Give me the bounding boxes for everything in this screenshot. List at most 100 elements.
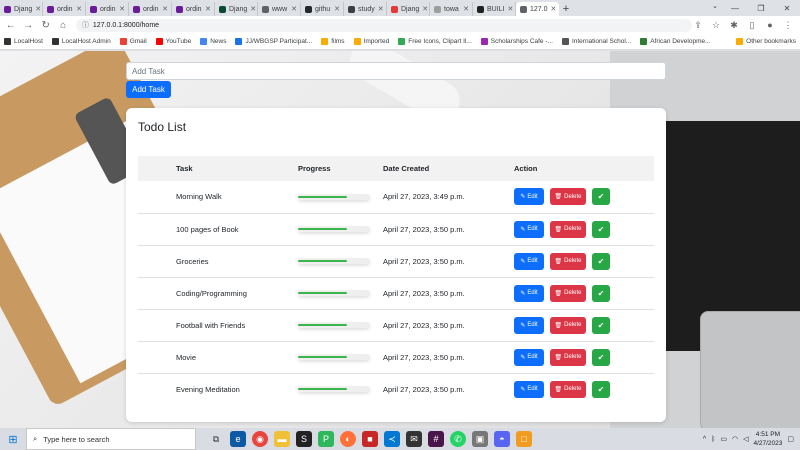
bookmark-star-icon[interactable]: ☆ — [710, 20, 722, 31]
browser-tab[interactable]: ordin ✕ — [172, 2, 215, 16]
browser-tab[interactable]: www ✕ — [258, 2, 301, 16]
windows-start-icon[interactable]: ⊞ — [0, 433, 26, 446]
forward-icon[interactable]: → — [21, 18, 34, 32]
bookmark-item[interactable]: films — [321, 38, 345, 45]
tab-close-icon[interactable]: ✕ — [162, 5, 168, 13]
complete-button[interactable]: ✔ — [592, 348, 610, 366]
bookmark-item[interactable]: Scholarships Cafe -... — [480, 38, 553, 45]
complete-button[interactable]: ✔ — [592, 380, 610, 398]
network-icon[interactable]: ◠ — [732, 435, 738, 443]
tab-close-icon[interactable]: ✕ — [334, 5, 340, 13]
maximize-icon[interactable]: ❐ — [748, 0, 774, 16]
sidepanel-icon[interactable]: ▯ — [746, 20, 758, 31]
bookmark-item[interactable]: LocalHost Admin — [51, 38, 111, 45]
bookmark-item[interactable]: News — [200, 38, 226, 45]
profile-icon[interactable]: ● — [764, 20, 776, 31]
bluetooth-icon[interactable]: ᛒ — [711, 436, 715, 443]
firefox-icon[interactable]: ◐ — [340, 431, 356, 447]
pycharm-icon[interactable]: P — [318, 431, 334, 447]
tab-close-icon[interactable]: ✕ — [291, 5, 297, 13]
app-icon[interactable]: ■ — [362, 431, 378, 447]
menu-icon[interactable]: ⋮ — [782, 20, 794, 31]
complete-button[interactable]: ✔ — [592, 188, 610, 206]
close-window-icon[interactable]: ✕ — [774, 0, 800, 16]
notification-icon[interactable]: ▢ — [787, 435, 794, 443]
complete-button[interactable]: ✔ — [592, 252, 610, 270]
bookmark-item[interactable]: Free Icons, Clipart Il... — [398, 38, 472, 45]
battery-icon[interactable]: ▭ — [720, 435, 727, 443]
edit-button[interactable]: ✎ Edit — [514, 252, 544, 270]
browser-tab[interactable]: Djang ✕ — [215, 2, 258, 16]
browser-tab[interactable]: towa ✕ — [430, 2, 473, 16]
app-icon-orange[interactable]: □ — [516, 431, 532, 447]
complete-button[interactable]: ✔ — [592, 316, 610, 334]
bookmark-item[interactable]: YouTube — [155, 38, 191, 45]
edit-button[interactable]: ✎ Edit — [514, 316, 544, 334]
other-bookmarks[interactable]: Other bookmarks — [736, 38, 796, 45]
bookmark-item[interactable]: JJ/WBGSP Participat... — [235, 38, 312, 45]
home-icon[interactable]: ⌂ — [56, 18, 69, 32]
new-tab-button[interactable]: + — [559, 2, 573, 16]
tab-close-icon[interactable]: ✕ — [422, 5, 428, 13]
tab-close-icon[interactable]: ✕ — [508, 5, 514, 13]
vscode-icon[interactable]: ≺ — [384, 431, 400, 447]
photos-icon[interactable]: ▣ — [472, 431, 488, 447]
add-task-input[interactable] — [126, 62, 666, 80]
tab-close-icon[interactable]: ✕ — [463, 5, 469, 13]
browser-tab[interactable]: Djang ✕ — [387, 2, 430, 16]
browser-tab[interactable]: study ✕ — [344, 2, 387, 16]
edit-button[interactable]: ✎ Edit — [514, 220, 544, 238]
discord-icon[interactable]: ◓ — [494, 431, 510, 447]
delete-button[interactable]: 🗑︎ Delete — [550, 380, 586, 398]
site-info-icon[interactable]: ⓘ — [82, 20, 89, 30]
browser-tab[interactable]: ordin ✕ — [43, 2, 86, 16]
tab-close-icon[interactable]: ✕ — [35, 5, 41, 13]
add-task-button[interactable]: Add Task — [126, 81, 171, 98]
delete-button[interactable]: 🗑︎ Delete — [550, 284, 586, 302]
bookmark-item[interactable]: Gmail — [119, 38, 147, 45]
delete-button[interactable]: 🗑︎ Delete — [550, 316, 586, 334]
tab-search-icon[interactable]: ⌄ — [712, 2, 718, 10]
tab-close-icon[interactable]: ✕ — [76, 5, 82, 13]
complete-button[interactable]: ✔ — [592, 284, 610, 302]
file-explorer-icon[interactable]: ▬ — [274, 431, 290, 447]
tab-close-icon[interactable]: ✕ — [205, 5, 211, 13]
delete-button[interactable]: 🗑︎ Delete — [550, 220, 586, 238]
bookmark-item[interactable]: Imported — [353, 38, 389, 45]
sublime-icon[interactable]: S — [296, 431, 312, 447]
taskbar-search[interactable]: ⌕ Type here to search — [26, 428, 196, 450]
edit-button[interactable]: ✎ Edit — [514, 284, 544, 302]
share-icon[interactable]: ⇪ — [692, 20, 704, 31]
delete-button[interactable]: 🗑︎ Delete — [550, 252, 586, 270]
delete-button[interactable]: 🗑︎ Delete — [550, 188, 586, 206]
volume-icon[interactable]: ◁ — [743, 435, 748, 443]
back-icon[interactable]: ← — [4, 18, 17, 32]
tab-close-icon[interactable]: ✕ — [119, 5, 125, 13]
edit-button[interactable]: ✎ Edit — [514, 188, 544, 206]
task-view-icon[interactable]: ⧉ — [208, 431, 224, 447]
browser-tab[interactable]: 127.0 ✕ — [516, 2, 559, 16]
edit-button[interactable]: ✎ Edit — [514, 348, 544, 366]
chrome-icon[interactable]: ◉ — [252, 431, 268, 447]
complete-button[interactable]: ✔ — [592, 220, 610, 238]
edit-button[interactable]: ✎ Edit — [514, 380, 544, 398]
tab-close-icon[interactable]: ✕ — [250, 5, 256, 13]
bookmark-item[interactable]: African Developme... — [640, 38, 711, 45]
browser-tab[interactable]: githu ✕ — [301, 2, 344, 16]
tab-close-icon[interactable]: ✕ — [378, 5, 384, 13]
browser-tab[interactable]: ordin ✕ — [129, 2, 172, 16]
address-bar[interactable]: ⓘ 127.0.0.1:8000/home — [75, 18, 692, 32]
minimize-icon[interactable]: — — [722, 0, 748, 16]
reload-icon[interactable]: ↻ — [39, 18, 52, 32]
extensions-icon[interactable]: ✱ — [728, 20, 740, 31]
browser-tab[interactable]: Djang ✕ — [0, 2, 43, 16]
edge-icon[interactable]: e — [230, 431, 246, 447]
slack-icon[interactable]: # — [428, 431, 444, 447]
browser-tab[interactable]: ordin ✕ — [86, 2, 129, 16]
clock[interactable]: 4:51 PM 4/27/2023 — [753, 430, 782, 448]
browser-tab[interactable]: BUILI ✕ — [473, 2, 516, 16]
whatsapp-icon[interactable]: ✆ — [450, 431, 466, 447]
mail-icon[interactable]: ✉ — [406, 431, 422, 447]
bookmark-item[interactable]: LocalHost — [4, 38, 43, 45]
tab-close-icon[interactable]: ✕ — [551, 5, 557, 13]
